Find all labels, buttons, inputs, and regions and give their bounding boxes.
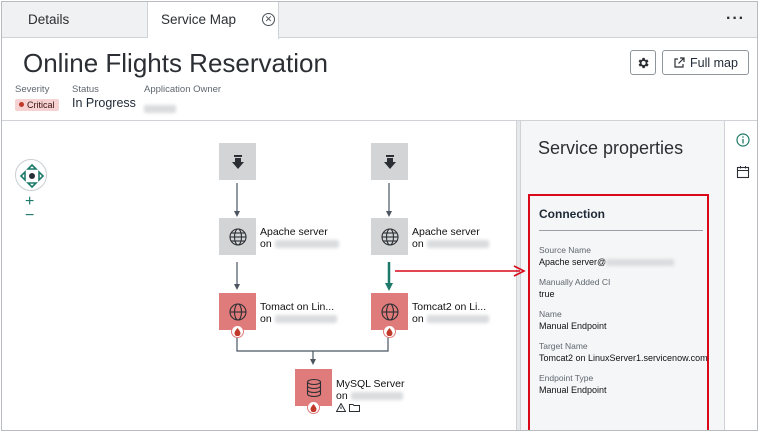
field-value: true <box>539 289 555 299</box>
redacted-host <box>350 392 403 401</box>
connection-section: Connection Source Name Apache server@ Ma… <box>528 194 709 430</box>
section-divider <box>539 230 703 231</box>
severity-badge: Critical <box>15 99 59 111</box>
globe-icon <box>380 227 399 246</box>
entry-point-node[interactable] <box>371 143 408 180</box>
critical-alert-icon <box>307 401 320 414</box>
node-name: Apache server <box>412 226 480 238</box>
tab-details[interactable]: Details <box>2 2 148 38</box>
status-field: Status In Progress <box>72 84 136 110</box>
entry-point-node[interactable] <box>219 143 256 180</box>
critical-dot-icon <box>19 102 24 107</box>
owner-field: Application Owner <box>144 84 221 118</box>
download-arrow-icon <box>231 154 244 169</box>
field-value: Apache server@ <box>539 257 607 267</box>
name-field: Name Manual Endpoint <box>539 309 607 331</box>
tab-label: Details <box>28 12 70 27</box>
gear-icon <box>638 57 649 68</box>
field-label: Manually Added CI <box>539 277 611 287</box>
globe-gear-icon <box>380 302 399 321</box>
app-frame: Details Service Map ✕ ··· Online Flights… <box>1 1 758 431</box>
node-host-prefix: on <box>336 390 348 402</box>
tab-label: Service Map <box>161 12 237 27</box>
node-label: Apache server on <box>260 226 339 250</box>
apache-server-node[interactable] <box>219 218 256 255</box>
redacted-host <box>426 240 489 249</box>
warning-icon <box>335 402 347 412</box>
redacted-host <box>274 315 337 324</box>
node-label: Tomcat2 on Li... on <box>412 301 489 325</box>
node-name: Tomcat2 on Li... <box>412 301 487 313</box>
tab-service-map[interactable]: Service Map ✕ <box>148 2 279 39</box>
external-link-icon <box>674 56 685 68</box>
download-arrow-icon <box>383 154 396 169</box>
calendar-icon[interactable] <box>736 165 750 179</box>
node-host-prefix: on <box>412 238 424 250</box>
severity-value: Critical <box>27 100 55 110</box>
severity-field: Severity Critical <box>15 84 59 113</box>
critical-alert-icon <box>231 325 244 338</box>
field-label: Name <box>539 309 562 319</box>
node-host-prefix: on <box>260 238 272 250</box>
endpoint-type-field: Endpoint Type Manual Endpoint <box>539 373 607 395</box>
info-icon[interactable] <box>736 133 750 147</box>
tomcat2-node[interactable] <box>371 293 408 338</box>
node-name: Apache server <box>260 226 328 238</box>
field-label: Endpoint Type <box>539 373 594 383</box>
database-icon <box>306 378 321 397</box>
manually-added-ci-field: Manually Added CI true <box>539 277 610 299</box>
status-label: Status <box>72 84 99 95</box>
mysql-server-node[interactable] <box>295 369 332 414</box>
right-rail <box>724 121 757 430</box>
panel-title: Service properties <box>538 138 684 158</box>
node-name: Tomact on Lin... <box>260 301 335 313</box>
full-map-button[interactable]: Full map <box>662 50 749 75</box>
globe-gear-icon <box>228 302 247 321</box>
severity-label: Severity <box>15 84 50 95</box>
service-properties-panel: Service properties Connection Source Nam… <box>521 121 724 430</box>
redacted-host <box>426 315 489 324</box>
redacted-host <box>274 240 339 249</box>
tomcat-node[interactable] <box>219 293 256 338</box>
owner-label: Application Owner <box>144 84 222 95</box>
redacted-owner <box>144 104 176 113</box>
critical-alert-icon <box>383 325 396 338</box>
globe-icon <box>228 227 247 246</box>
settings-button[interactable] <box>630 50 656 75</box>
target-name-field: Target Name Tomcat2 on LinuxServer1.serv… <box>539 341 708 363</box>
source-name-field: Source Name Apache server@ <box>539 245 675 267</box>
node-label: MySQL Server on <box>335 378 405 415</box>
node-label: Apache server on <box>412 226 489 250</box>
status-value: In Progress <box>72 96 136 110</box>
node-host-prefix: on <box>412 313 424 325</box>
field-label: Source Name <box>539 245 591 255</box>
apache-server-node[interactable] <box>371 218 408 255</box>
field-value: Manual Endpoint <box>539 385 607 395</box>
node-name: MySQL Server <box>336 378 405 390</box>
more-options-icon[interactable]: ··· <box>726 10 745 28</box>
node-host-prefix: on <box>260 313 272 325</box>
redacted-source <box>606 259 675 267</box>
node-label: Tomact on Lin... on <box>260 301 337 325</box>
field-label: Target Name <box>539 341 588 351</box>
field-value: Manual Endpoint <box>539 321 607 331</box>
folder-icon <box>348 404 360 412</box>
service-map-canvas[interactable]: + − Apache server on Apache server on To… <box>2 121 516 430</box>
page-title: Online Flights Reservation <box>23 48 328 78</box>
map-connectors <box>234 183 393 365</box>
field-value: Tomcat2 on LinuxServer1.servicenow.com <box>539 353 708 363</box>
close-icon[interactable]: ✕ <box>262 13 275 26</box>
full-map-label: Full map <box>690 55 738 70</box>
connection-heading: Connection <box>539 207 605 221</box>
tab-bar: Details Service Map ✕ ··· <box>2 2 757 39</box>
